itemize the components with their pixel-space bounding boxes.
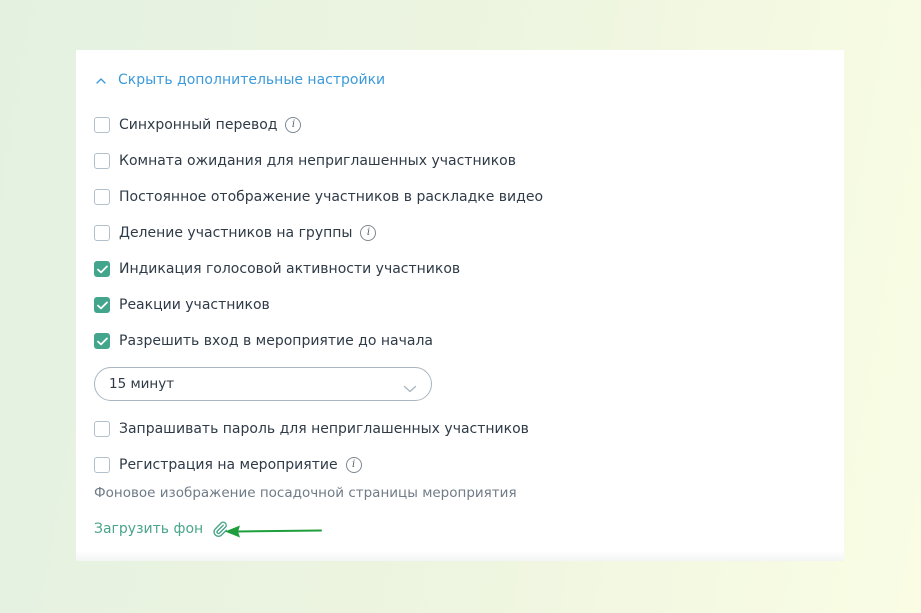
checkbox-checked[interactable] (94, 297, 110, 313)
option-voice-activity-indication[interactable]: Индикация голосовой активности участнико… (94, 260, 460, 278)
option-label: Комната ожидания для неприглашенных учас… (119, 153, 516, 169)
option-allow-early-entry[interactable]: Разрешить вход в мероприятие до начала (94, 332, 433, 350)
hide-advanced-settings-label: Скрыть дополнительные настройки (118, 72, 386, 88)
option-require-password[interactable]: Запрашивать пароль для неприглашенных уч… (94, 420, 529, 438)
panel-bottom-shadow (76, 551, 844, 561)
info-icon[interactable]: i (345, 457, 362, 473)
option-participant-reactions[interactable]: Реакции участников (94, 296, 270, 314)
checkbox[interactable] (94, 117, 110, 133)
select-value: 15 минут (109, 376, 175, 392)
option-label: Постоянное отображение участников в раск… (119, 189, 544, 205)
option-label: Деление участников на группы (119, 225, 353, 241)
option-label: Разрешить вход в мероприятие до начала (119, 333, 433, 349)
option-label: Запрашивать пароль для неприглашенных уч… (119, 421, 529, 437)
checkbox-checked[interactable] (94, 261, 110, 277)
checkbox[interactable] (94, 153, 110, 169)
option-persistent-participants-display[interactable]: Постоянное отображение участников в раск… (94, 188, 543, 206)
upload-background-button[interactable]: Загрузить фон (94, 520, 229, 538)
checkmark-icon (96, 265, 108, 273)
checkbox[interactable] (94, 225, 110, 241)
info-icon[interactable]: i (285, 117, 302, 133)
checkbox-checked[interactable] (94, 333, 110, 349)
early-entry-time-select[interactable]: 15 минут (94, 367, 432, 401)
info-icon[interactable]: i (360, 225, 377, 241)
option-label: Синхронный перевод (119, 117, 278, 133)
checkbox[interactable] (94, 421, 110, 437)
hide-advanced-settings-toggle[interactable]: Скрыть дополнительные настройки (96, 72, 385, 88)
background-image-title: Фоновое изображение посадочной страницы … (94, 485, 517, 501)
arrow-left-icon (225, 525, 322, 538)
chevron-up-icon (96, 75, 106, 85)
option-label: Реакции участников (119, 297, 270, 313)
upload-background-label: Загрузить фон (94, 521, 204, 537)
settings-panel: Скрыть дополнительные настройки Синхронн… (76, 50, 844, 561)
option-label: Регистрация на мероприятие (119, 457, 338, 473)
option-event-registration[interactable]: Регистрация на мероприятие i (94, 456, 362, 474)
checkmark-icon (96, 337, 108, 345)
option-waiting-room[interactable]: Комната ожидания для неприглашенных учас… (94, 152, 516, 170)
checkmark-icon (96, 301, 108, 309)
checkbox[interactable] (94, 189, 110, 205)
checkbox[interactable] (94, 457, 110, 473)
option-simultaneous-translation[interactable]: Синхронный перевод i (94, 116, 302, 134)
chevron-down-icon (403, 379, 417, 393)
option-breakout-groups[interactable]: Деление участников на группы i (94, 224, 377, 242)
option-label: Индикация голосовой активности участнико… (119, 261, 461, 277)
